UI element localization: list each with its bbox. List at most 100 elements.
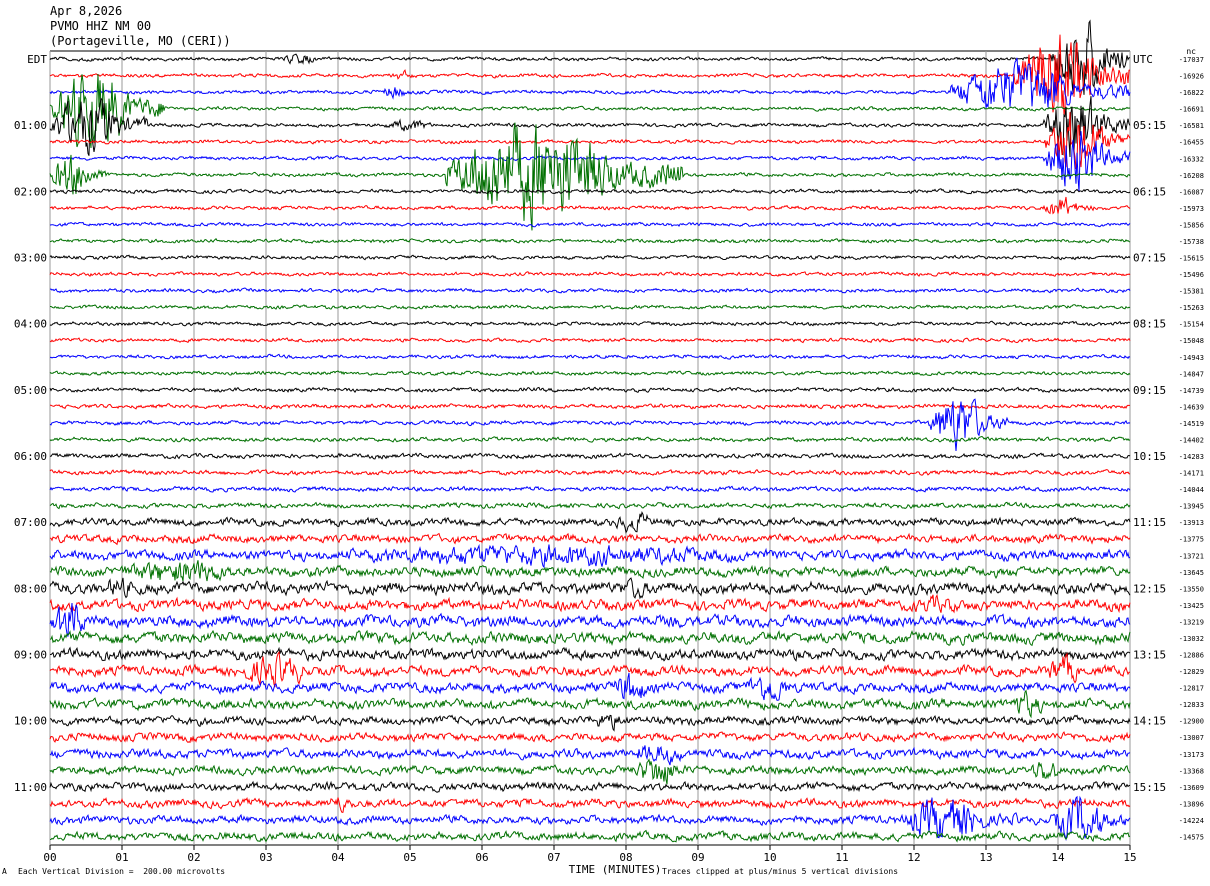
offset-label: -13032 (1179, 635, 1204, 643)
trace-line (49, 221, 1131, 228)
corner-unit-label: nc (1186, 47, 1196, 56)
trace-line (49, 543, 1131, 569)
offset-label: -16455 (1179, 139, 1204, 147)
trace-line (49, 501, 1131, 510)
trace-line (49, 689, 1131, 719)
trace-line (49, 112, 1131, 170)
offset-label: -14847 (1179, 370, 1204, 378)
right-time-label: 05:15 (1133, 119, 1166, 132)
left-time-label: 11:00 (14, 781, 47, 794)
offset-label: -15263 (1179, 304, 1204, 312)
trace-line (49, 452, 1131, 460)
scale-note: Each Vertical Division = 200.00 microvol… (18, 867, 226, 876)
trace-line (49, 188, 1131, 195)
offset-label: -14224 (1179, 817, 1204, 825)
left-time-label: EDT (27, 53, 47, 66)
offset-label: -14044 (1179, 486, 1204, 494)
offset-label: -13425 (1179, 602, 1204, 610)
offset-label: -14575 (1179, 833, 1204, 841)
trace-line (49, 19, 1130, 95)
trace-line (49, 196, 1131, 215)
trace-line (49, 254, 1131, 261)
offset-label: -14639 (1179, 403, 1204, 411)
offset-label: -14171 (1179, 470, 1204, 478)
right-time-label: 08:15 (1133, 318, 1166, 331)
trace-line (49, 672, 1131, 701)
trace-line (49, 745, 1131, 766)
right-time-label: 15:15 (1133, 781, 1166, 794)
offset-label: -17037 (1179, 56, 1204, 64)
trace-line (49, 468, 1131, 477)
trace-line (49, 370, 1131, 377)
left-time-label: 08:00 (14, 582, 47, 595)
offset-label: -13945 (1179, 503, 1204, 511)
offset-label: -16581 (1179, 122, 1204, 130)
trace-line (49, 593, 1131, 614)
trace-line (49, 829, 1131, 843)
offset-label: -16208 (1179, 172, 1204, 180)
offset-label: -15381 (1179, 288, 1204, 296)
trace-line (49, 532, 1131, 546)
trace-line (49, 271, 1131, 277)
offset-label: -15738 (1179, 238, 1204, 246)
right-time-label: UTC (1133, 53, 1153, 66)
x-tick-label: 11 (835, 851, 848, 864)
trace-line (49, 485, 1131, 493)
x-tick-label: 14 (1051, 851, 1065, 864)
offset-label: -12817 (1179, 685, 1204, 693)
offset-label: -13219 (1179, 618, 1204, 626)
x-tick-label: 15 (1123, 851, 1136, 864)
x-tick-label: 02 (187, 851, 200, 864)
offset-label: -15496 (1179, 271, 1204, 279)
left-time-label: 07:00 (14, 516, 47, 529)
corner-mark: A (2, 867, 7, 876)
trace-line (49, 629, 1131, 647)
trace-line (49, 646, 1131, 662)
offset-label: -15048 (1179, 337, 1204, 345)
trace-line (49, 57, 1131, 108)
offset-label: -13550 (1179, 585, 1204, 593)
left-time-label: 05:00 (14, 384, 47, 397)
x-tick-label: 00 (43, 851, 56, 864)
trace-line (49, 780, 1131, 793)
trace-line (49, 386, 1131, 394)
offset-label: -16332 (1179, 155, 1204, 163)
left-time-label: 03:00 (14, 252, 47, 265)
trace-line (49, 34, 1131, 116)
x-tick-label: 10 (763, 851, 776, 864)
trace-line (49, 73, 1131, 149)
offset-label: -14519 (1179, 420, 1204, 428)
offset-label: -13913 (1179, 519, 1204, 527)
right-time-label: 11:15 (1133, 516, 1166, 529)
left-time-label: 04:00 (14, 318, 47, 331)
right-time-label: 10:15 (1133, 450, 1166, 463)
right-time-label: 06:15 (1133, 185, 1166, 198)
left-time-label: 02:00 (14, 185, 47, 198)
offset-label: -12900 (1179, 718, 1204, 726)
offset-label: -13368 (1179, 767, 1204, 775)
left-time-label: 01:00 (14, 119, 47, 132)
x-tick-label: 09 (691, 851, 704, 864)
trace-line (49, 758, 1131, 785)
offset-label: -13896 (1179, 800, 1204, 808)
offset-label: -12886 (1179, 652, 1204, 660)
trace-line (49, 511, 1131, 534)
right-time-label: 12:15 (1133, 582, 1166, 595)
offset-label: -16926 (1179, 73, 1204, 81)
offset-label: -13609 (1179, 784, 1204, 792)
offset-label: -16087 (1179, 188, 1204, 196)
offset-label: -13173 (1179, 751, 1204, 759)
x-tick-label: 01 (115, 851, 128, 864)
left-time-label: 09:00 (14, 649, 47, 662)
trace-line (49, 337, 1131, 344)
offset-label: -13775 (1179, 536, 1204, 544)
offset-label: -15154 (1179, 321, 1204, 329)
trace-line (49, 287, 1131, 294)
x-tick-label: 03 (259, 851, 272, 864)
trace-line (49, 435, 1131, 443)
left-time-label: 06:00 (14, 450, 47, 463)
right-time-label: 14:15 (1133, 715, 1166, 728)
left-time-label: 10:00 (14, 715, 47, 728)
offset-label: -15856 (1179, 221, 1204, 229)
offset-label: -13007 (1179, 734, 1204, 742)
